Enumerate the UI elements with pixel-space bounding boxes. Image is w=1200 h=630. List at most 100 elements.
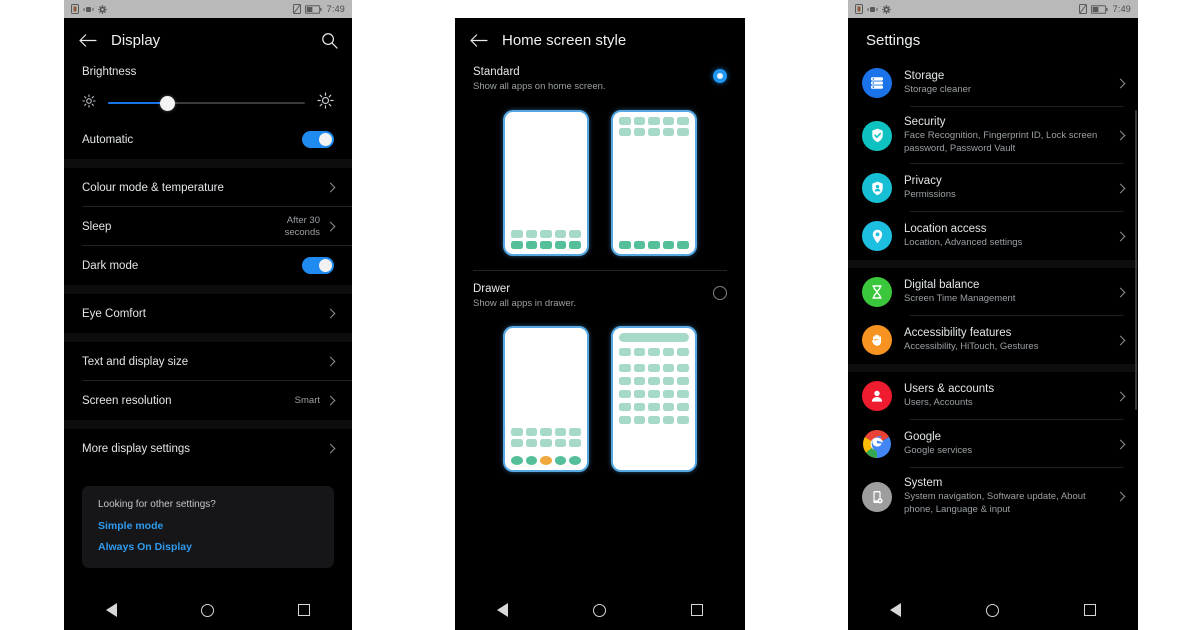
preview-app-row <box>619 403 689 411</box>
page-title: Home screen style <box>502 31 627 49</box>
other-settings-question: Looking for other settings? <box>98 499 216 510</box>
row-sleep[interactable]: Sleep After 30 seconds <box>64 207 352 246</box>
nav-back-icon[interactable] <box>890 603 902 617</box>
row-eye-comfort[interactable]: Eye Comfort <box>64 294 352 333</box>
radio-drawer[interactable] <box>713 285 727 300</box>
vertical-scrollbar[interactable] <box>1135 110 1137 410</box>
row-more-display-settings-label: More display settings <box>82 442 191 455</box>
app-tile <box>648 240 660 249</box>
google-icon <box>862 429 892 459</box>
row-colour-mode[interactable]: Colour mode & temperature <box>64 168 352 207</box>
settings-group-gap-2 <box>848 364 1138 372</box>
settings-item-title: Security <box>904 116 946 128</box>
row-screen-resolution[interactable]: Screen resolution Smart <box>64 381 352 420</box>
no-sim-icon <box>1078 4 1087 14</box>
preview-empty-area <box>619 136 689 241</box>
arrow-back-icon[interactable] <box>469 33 488 48</box>
shield-check-icon <box>862 120 892 151</box>
settings-item-google[interactable]: Google Google services <box>848 420 1138 468</box>
settings-item-subtitle: Google services <box>904 444 973 456</box>
app-tile <box>540 439 552 447</box>
settings-item-digital-balance[interactable]: Digital balance Screen Time Management <box>848 268 1138 316</box>
preview-dock-row <box>511 456 581 465</box>
display-settings-screen: 7:49 Display Brightness Automatic Colour… <box>64 0 352 630</box>
row-dark-mode[interactable]: Dark mode <box>64 246 352 285</box>
app-tile <box>648 416 660 424</box>
settings-item-users-accounts[interactable]: Users & accounts Users, Accounts <box>848 372 1138 420</box>
brightness-slider-track[interactable] <box>108 95 305 111</box>
nav-home-icon[interactable] <box>201 603 214 617</box>
app-tile <box>677 240 689 249</box>
app-tile <box>633 348 646 356</box>
nav-home-icon[interactable] <box>985 603 999 617</box>
arrow-back-icon[interactable] <box>78 33 97 48</box>
section-gap-3 <box>64 333 352 342</box>
chevron-right-icon <box>1115 287 1126 297</box>
nav-recents-icon[interactable] <box>690 604 703 616</box>
nav-recents-icon[interactable] <box>1083 604 1096 616</box>
row-sleep-value: After 30 seconds <box>284 215 320 238</box>
link-simple-mode[interactable]: Simple mode <box>98 520 318 532</box>
option-standard-text: Standard Show all apps on home screen. <box>473 66 713 94</box>
settings-item-privacy[interactable]: Privacy Permissions <box>848 164 1138 212</box>
settings-item-storage[interactable]: Storage Storage cleaner <box>848 59 1138 107</box>
nav-recents-icon[interactable] <box>298 604 310 616</box>
settings-item-accessibility-text: Accessibility features Accessibility, Hi… <box>904 327 1105 354</box>
option-drawer[interactable]: Drawer Show all apps in drawer. <box>455 271 745 311</box>
preview-app-row <box>619 348 689 356</box>
hourglass-icon <box>862 277 892 307</box>
row-text-display-size[interactable]: Text and display size <box>64 342 352 381</box>
app-tile <box>633 403 646 411</box>
vibrate-icon <box>83 5 94 14</box>
app-tile <box>619 116 631 125</box>
app-tile <box>619 390 631 398</box>
status-bar <box>455 0 745 18</box>
settings-screen: 7:49 Settings Storage Storage cleaner Se… <box>848 0 1138 630</box>
nav-home-icon[interactable] <box>592 603 606 617</box>
app-tile <box>569 439 581 447</box>
chevron-right-icon <box>325 395 336 406</box>
row-automatic[interactable]: Automatic <box>64 120 352 159</box>
app-tile <box>569 240 581 249</box>
storage-icon <box>862 68 892 98</box>
settings-item-storage-text: Storage Storage cleaner <box>904 70 1105 97</box>
status-bar-clock: 7:49 <box>326 4 345 14</box>
settings-item-system[interactable]: System System navigation, Software updat… <box>848 468 1138 525</box>
nav-back-icon[interactable] <box>497 603 509 617</box>
automatic-toggle[interactable] <box>302 131 334 148</box>
chevron-right-icon <box>1115 130 1126 141</box>
settings-item-location-access[interactable]: Location access Location, Advanced setti… <box>848 212 1138 260</box>
app-tile <box>554 439 567 447</box>
app-tile <box>525 439 538 447</box>
battery-icon <box>1090 4 1108 14</box>
search-icon[interactable] <box>321 32 338 49</box>
dark-mode-toggle[interactable] <box>302 257 334 274</box>
brightness-low-icon <box>82 93 96 113</box>
brightness-slider-row[interactable] <box>82 92 334 120</box>
settings-item-subtitle: Storage cleaner <box>904 83 972 95</box>
option-standard[interactable]: Standard Show all apps on home screen. <box>455 62 745 94</box>
row-sleep-label: Sleep <box>82 220 112 233</box>
app-tile <box>648 116 660 125</box>
row-dark-mode-label: Dark mode <box>82 259 139 272</box>
phone-gear-icon <box>862 481 892 512</box>
app-tile <box>677 416 689 424</box>
preview-app-row <box>511 428 581 436</box>
brightness-slider-thumb[interactable] <box>159 95 175 111</box>
nav-back-icon[interactable] <box>106 603 117 617</box>
link-always-on-display[interactable]: Always On Display <box>98 541 318 553</box>
settings-group-3: Users & accounts Users, Accounts Google … <box>848 372 1138 525</box>
app-tile <box>554 240 567 249</box>
settings-item-security[interactable]: Security Face Recognition, Fingerprint I… <box>848 107 1138 164</box>
app-tile <box>648 377 660 385</box>
settings-item-accessibility[interactable]: Accessibility features Accessibility, Hi… <box>848 316 1138 364</box>
toggle-knob <box>319 133 332 146</box>
app-tile <box>633 116 646 125</box>
preview-app-row <box>511 439 581 447</box>
screenshot-canvas: 7:49 Display Brightness Automatic Colour… <box>0 0 1200 630</box>
app-tile <box>511 456 523 465</box>
radio-standard[interactable] <box>713 69 727 83</box>
page-title: Settings <box>866 32 921 49</box>
row-more-display-settings[interactable]: More display settings <box>64 429 352 468</box>
status-bar: 7:49 <box>848 0 1138 18</box>
